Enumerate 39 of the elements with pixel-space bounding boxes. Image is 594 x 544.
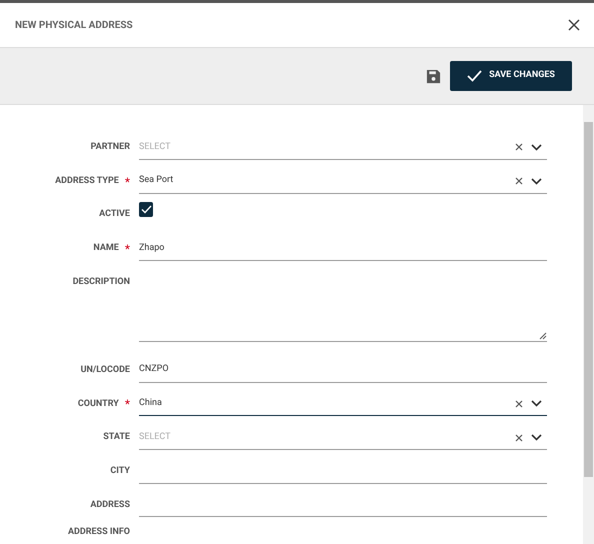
field-value: CNZPO (139, 363, 169, 376)
text-field[interactable]: CNZPO (139, 358, 547, 383)
field-label: CITY (110, 465, 130, 478)
active-checkbox[interactable] (139, 202, 153, 218)
field-label: PARTNER (90, 141, 130, 154)
required-mark: * (124, 242, 130, 255)
save-changes-button[interactable]: SAVE CHANGES (450, 61, 572, 91)
clear-icon[interactable] (515, 177, 523, 185)
field-label: COUNTRY (78, 398, 119, 411)
chevron-down-icon[interactable] (531, 434, 542, 442)
select-field[interactable]: China (139, 392, 547, 416)
field-label: ADDRESS TYPE (55, 174, 119, 188)
select-field[interactable]: Sea Port (139, 170, 547, 194)
field-label: STATE (103, 431, 130, 444)
required-mark: * (124, 176, 130, 188)
field-label: ADDRESS (90, 498, 130, 512)
field-label: ACTIVE (99, 208, 130, 222)
checkmark-icon (467, 70, 482, 82)
close-icon[interactable] (568, 19, 580, 31)
select-value: SELECT (139, 140, 172, 154)
clear-icon[interactable] (515, 434, 523, 442)
clear-icon[interactable] (515, 143, 523, 152)
chevron-down-icon[interactable] (531, 400, 542, 408)
required-mark: * (124, 398, 130, 410)
resize-handle-icon[interactable] (539, 332, 547, 340)
field-label: ADDRESS INFO (68, 526, 130, 540)
field-label: DESCRIPTION (72, 276, 130, 289)
select-value: SELECT (139, 430, 172, 444)
text-field[interactable]: Zhapo (139, 236, 547, 261)
field-value: Zhapo (139, 242, 164, 255)
chevron-down-icon[interactable] (531, 144, 542, 151)
field-label: UN/LOCODE (80, 364, 130, 377)
scrollbar[interactable] (583, 105, 594, 544)
select-value: China (139, 397, 163, 410)
field-label: NAME (93, 242, 119, 256)
select-value: Sea Port (139, 174, 174, 188)
clear-icon[interactable] (515, 400, 523, 408)
dialog-title: NEW PHYSICAL ADDRESS (15, 18, 133, 32)
chevron-down-icon[interactable] (531, 178, 542, 184)
